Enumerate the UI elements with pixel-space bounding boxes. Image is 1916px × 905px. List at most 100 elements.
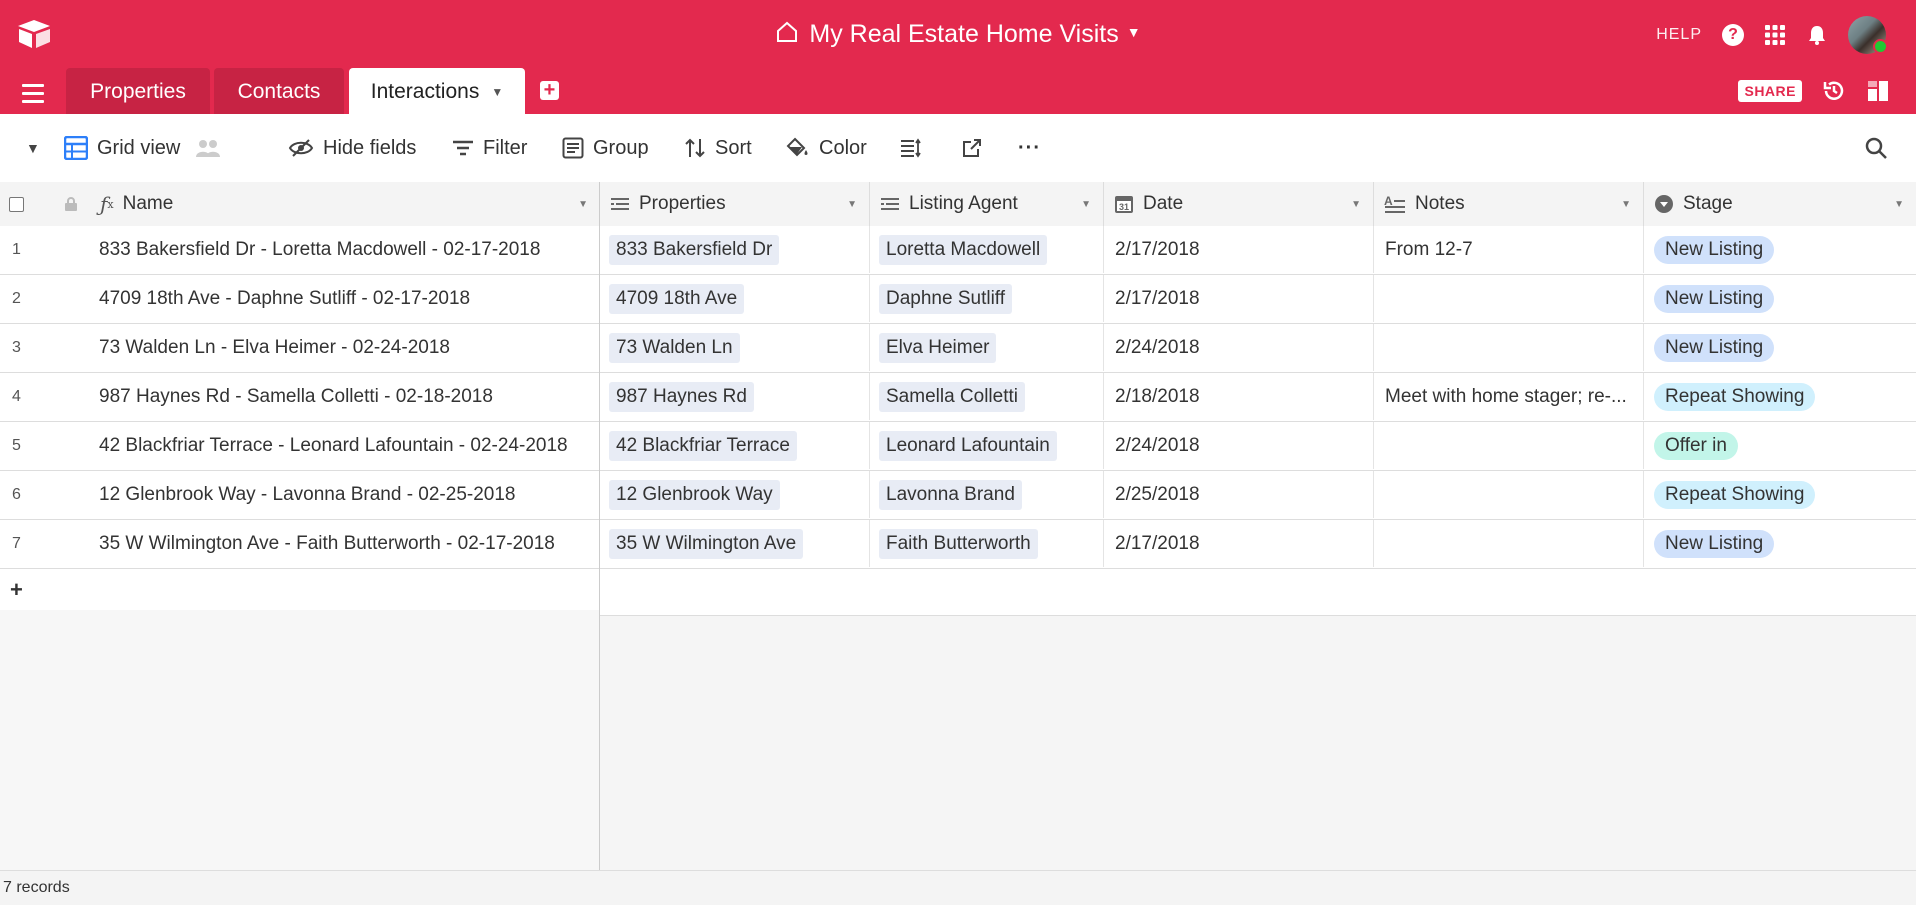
- cell-notes[interactable]: [1374, 520, 1644, 567]
- bell-icon[interactable]: [1806, 24, 1828, 46]
- cell-name[interactable]: 42 Blackfriar Terrace - Leonard Lafounta…: [90, 422, 600, 469]
- table-row[interactable]: 4 987 Haynes Rd - Samella Colletti - 02-…: [0, 373, 1916, 422]
- cell-properties[interactable]: 35 W Wilmington Ave: [600, 520, 870, 567]
- cell-properties[interactable]: 833 Bakersfield Dr: [600, 226, 870, 273]
- frozen-column-divider[interactable]: [599, 182, 600, 904]
- cell-notes[interactable]: [1374, 275, 1644, 322]
- sort-button[interactable]: Sort: [684, 114, 752, 182]
- column-header-properties[interactable]: Properties ▼: [600, 182, 870, 226]
- blocks-icon[interactable]: [1866, 79, 1890, 103]
- linked-record-chip[interactable]: 42 Blackfriar Terrace: [609, 430, 797, 461]
- table-row[interactable]: 5 42 Blackfriar Terrace - Leonard Lafoun…: [0, 422, 1916, 471]
- help-link[interactable]: HELP: [1656, 26, 1702, 44]
- cell-properties[interactable]: 987 Haynes Rd: [600, 373, 870, 420]
- base-title[interactable]: My Real Estate Home Visits ▼: [0, 16, 1916, 52]
- tab-contacts[interactable]: Contacts: [214, 68, 344, 114]
- table-row[interactable]: 2 4709 18th Ave - Daphne Sutliff - 02-17…: [0, 275, 1916, 324]
- cell-stage[interactable]: Repeat Showing: [1644, 471, 1916, 518]
- chevron-down-icon[interactable]: ▼: [847, 199, 857, 210]
- column-header-stage[interactable]: Stage ▼: [1644, 182, 1916, 226]
- cell-properties[interactable]: 73 Walden Ln: [600, 324, 870, 371]
- cell-properties[interactable]: 4709 18th Ave: [600, 275, 870, 322]
- linked-record-chip[interactable]: 987 Haynes Rd: [609, 381, 754, 412]
- apps-icon[interactable]: [1764, 24, 1786, 46]
- cell-stage[interactable]: New Listing: [1644, 520, 1916, 567]
- chevron-down-icon[interactable]: ▼: [1894, 199, 1904, 210]
- avatar[interactable]: [1848, 16, 1888, 54]
- help-icon[interactable]: ?: [1722, 24, 1744, 46]
- linked-record-chip[interactable]: 833 Bakersfield Dr: [609, 234, 780, 265]
- cell-notes[interactable]: [1374, 471, 1644, 518]
- cell-stage[interactable]: New Listing: [1644, 275, 1916, 322]
- add-table-icon[interactable]: +: [540, 80, 559, 100]
- linked-record-chip[interactable]: Lavonna Brand: [879, 479, 1022, 510]
- chevron-down-icon[interactable]: ▼: [491, 85, 503, 99]
- view-selector[interactable]: Grid view: [64, 114, 221, 182]
- cell-listing-agent[interactable]: Elva Heimer: [870, 324, 1104, 371]
- cell-notes[interactable]: Meet with home stager; re-...: [1374, 373, 1644, 420]
- linked-record-chip[interactable]: 4709 18th Ave: [609, 283, 745, 314]
- cell-date[interactable]: 2/24/2018: [1104, 422, 1374, 469]
- column-header-listing-agent[interactable]: Listing Agent ▼: [870, 182, 1104, 226]
- table-row[interactable]: 6 12 Glenbrook Way - Lavonna Brand - 02-…: [0, 471, 1916, 520]
- linked-record-chip[interactable]: Leonard Lafountain: [879, 430, 1057, 461]
- chevron-down-icon[interactable]: ▼: [1081, 199, 1091, 210]
- color-button[interactable]: Color: [786, 114, 867, 182]
- cell-notes[interactable]: From 12-7: [1374, 226, 1644, 273]
- cell-name[interactable]: 987 Haynes Rd - Samella Colletti - 02-18…: [90, 373, 600, 420]
- hide-fields-button[interactable]: Hide fields: [288, 114, 416, 182]
- cell-listing-agent[interactable]: Samella Colletti: [870, 373, 1104, 420]
- cell-stage[interactable]: Offer in: [1644, 422, 1916, 469]
- row-height-button[interactable]: [900, 114, 922, 182]
- chevron-down-icon[interactable]: ▼: [1621, 199, 1631, 210]
- search-icon[interactable]: [1864, 136, 1888, 160]
- table-row[interactable]: 1 833 Bakersfield Dr - Loretta Macdowell…: [0, 226, 1916, 275]
- select-all-checkbox[interactable]: [0, 182, 50, 226]
- cell-name[interactable]: 73 Walden Ln - Elva Heimer - 02-24-2018: [90, 324, 600, 371]
- chevron-down-icon[interactable]: ▼: [1127, 14, 1141, 50]
- cell-notes[interactable]: [1374, 324, 1644, 371]
- cell-listing-agent[interactable]: Leonard Lafountain: [870, 422, 1104, 469]
- cell-listing-agent[interactable]: Daphne Sutliff: [870, 275, 1104, 322]
- tab-properties[interactable]: Properties: [66, 68, 210, 114]
- cell-date[interactable]: 2/18/2018: [1104, 373, 1374, 420]
- cell-date[interactable]: 2/17/2018: [1104, 275, 1374, 322]
- table-row[interactable]: 3 73 Walden Ln - Elva Heimer - 02-24-201…: [0, 324, 1916, 373]
- column-header-date[interactable]: 31 Date ▼: [1104, 182, 1374, 226]
- linked-record-chip[interactable]: 73 Walden Ln: [609, 332, 740, 363]
- cell-notes[interactable]: [1374, 422, 1644, 469]
- filter-button[interactable]: Filter: [452, 114, 527, 182]
- cell-name[interactable]: 4709 18th Ave - Daphne Sutliff - 02-17-2…: [90, 275, 600, 322]
- view-switcher-toggle[interactable]: ▼: [26, 114, 40, 182]
- share-button[interactable]: SHARE: [1738, 80, 1802, 102]
- linked-record-chip[interactable]: 12 Glenbrook Way: [609, 479, 780, 510]
- chevron-down-icon[interactable]: ▼: [578, 199, 588, 210]
- cell-stage[interactable]: New Listing: [1644, 226, 1916, 273]
- linked-record-chip[interactable]: Elva Heimer: [879, 332, 997, 363]
- cell-date[interactable]: 2/17/2018: [1104, 226, 1374, 273]
- cell-name[interactable]: 12 Glenbrook Way - Lavonna Brand - 02-25…: [90, 471, 600, 518]
- cell-date[interactable]: 2/24/2018: [1104, 324, 1374, 371]
- cell-listing-agent[interactable]: Loretta Macdowell: [870, 226, 1104, 273]
- cell-name[interactable]: 833 Bakersfield Dr - Loretta Macdowell -…: [90, 226, 600, 273]
- column-header-notes[interactable]: A Notes ▼: [1374, 182, 1644, 226]
- linked-record-chip[interactable]: Samella Colletti: [879, 381, 1025, 412]
- column-header-name[interactable]: ƒx Name ▼: [90, 182, 600, 226]
- linked-record-chip[interactable]: Daphne Sutliff: [879, 283, 1013, 314]
- cell-listing-agent[interactable]: Faith Butterworth: [870, 520, 1104, 567]
- cell-stage[interactable]: Repeat Showing: [1644, 373, 1916, 420]
- cell-properties[interactable]: 42 Blackfriar Terrace: [600, 422, 870, 469]
- cell-stage[interactable]: New Listing: [1644, 324, 1916, 371]
- add-row-button[interactable]: +: [0, 569, 1916, 616]
- cell-date[interactable]: 2/17/2018: [1104, 520, 1374, 567]
- tab-interactions[interactable]: Interactions ▼: [349, 68, 525, 114]
- cell-name[interactable]: 35 W Wilmington Ave - Faith Butterworth …: [90, 520, 600, 567]
- linked-record-chip[interactable]: Loretta Macdowell: [879, 234, 1048, 265]
- cell-date[interactable]: 2/25/2018: [1104, 471, 1374, 518]
- cell-properties[interactable]: 12 Glenbrook Way: [600, 471, 870, 518]
- linked-record-chip[interactable]: Faith Butterworth: [879, 528, 1038, 559]
- group-button[interactable]: Group: [562, 114, 649, 182]
- share-view-button[interactable]: [962, 114, 982, 182]
- hamburger-icon[interactable]: [22, 84, 44, 108]
- linked-record-chip[interactable]: 35 W Wilmington Ave: [609, 528, 804, 559]
